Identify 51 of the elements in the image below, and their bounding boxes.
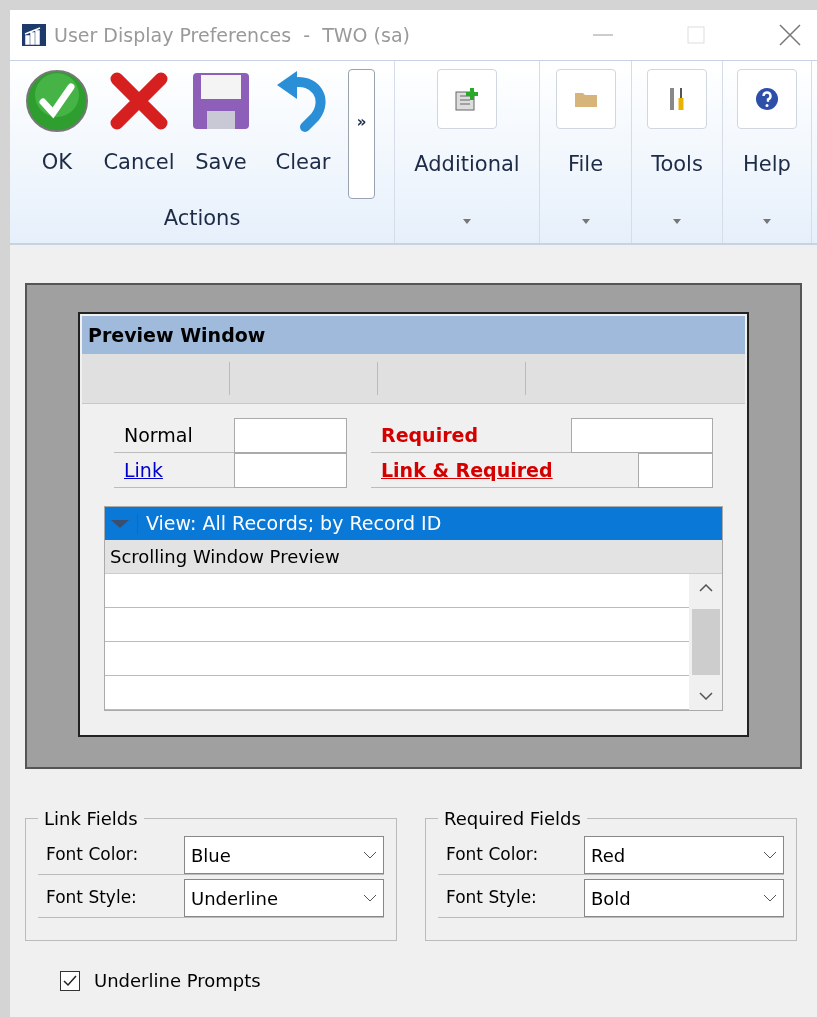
overflow-button[interactable]: » xyxy=(348,69,375,199)
chevron-down-icon xyxy=(363,851,377,859)
field-label: Font Color: xyxy=(445,843,540,867)
group-label: Actions xyxy=(162,205,242,232)
caret-icon xyxy=(763,218,771,224)
ribbon-dropdown-button[interactable]: Help xyxy=(723,61,812,243)
caret-icon xyxy=(581,218,590,224)
window-plus-icon xyxy=(454,86,480,112)
checkmark-icon xyxy=(63,974,77,987)
dropdown[interactable]: Blue xyxy=(184,836,384,874)
field-label: Font Style: xyxy=(45,886,138,910)
caret-icon xyxy=(673,218,681,224)
close-icon[interactable] xyxy=(779,24,801,46)
field-label: Font Color: xyxy=(45,843,140,867)
ribbon-dropdown-button[interactable]: File xyxy=(540,61,632,243)
field-label: Link & Required xyxy=(371,453,638,487)
help-icon xyxy=(754,86,780,112)
chevron-up-icon[interactable] xyxy=(698,584,713,592)
input-field[interactable] xyxy=(638,453,713,488)
dropdown[interactable]: Bold xyxy=(584,879,784,917)
chevron-down-icon xyxy=(363,894,377,902)
scrollbar[interactable] xyxy=(689,574,722,710)
app-logo-icon xyxy=(22,24,46,46)
group-title: Required Fields xyxy=(443,807,582,831)
ribbon-dropdown-button[interactable]: Tools xyxy=(632,61,723,243)
chevron-down-icon xyxy=(763,894,777,902)
checkmark-icon xyxy=(25,69,89,133)
dropdown[interactable]: Underline xyxy=(184,879,384,917)
window-title: User Display Preferences - TWO (sa) xyxy=(54,22,410,48)
group-title: Link Fields xyxy=(43,807,139,831)
input-field[interactable] xyxy=(234,453,347,488)
field-label: Required xyxy=(371,418,571,452)
dropdown[interactable]: Red xyxy=(584,836,784,874)
input-field[interactable] xyxy=(234,418,347,453)
checkbox-label[interactable]: Underline Prompts xyxy=(94,967,261,994)
view-bar[interactable]: View: All Records; by Record ID xyxy=(105,507,722,540)
column-header: Scrolling Window Preview xyxy=(110,545,340,569)
view-label: View: All Records; by Record ID xyxy=(146,511,442,537)
checkbox[interactable] xyxy=(60,970,80,991)
maximize-icon[interactable] xyxy=(687,26,705,44)
field-label: Normal xyxy=(123,422,194,448)
chevron-down-icon xyxy=(763,851,777,859)
caret-icon xyxy=(111,519,129,528)
field-label: Font Style: xyxy=(445,886,538,910)
preview-title: Preview Window xyxy=(88,322,266,348)
minimize-icon[interactable] xyxy=(593,33,613,37)
field-label: Link xyxy=(123,457,164,483)
ribbon-dropdown-button[interactable]: Additional xyxy=(395,61,540,243)
chevron-down-icon[interactable] xyxy=(698,692,713,700)
caret-icon xyxy=(463,218,471,224)
input-field[interactable] xyxy=(571,418,713,453)
